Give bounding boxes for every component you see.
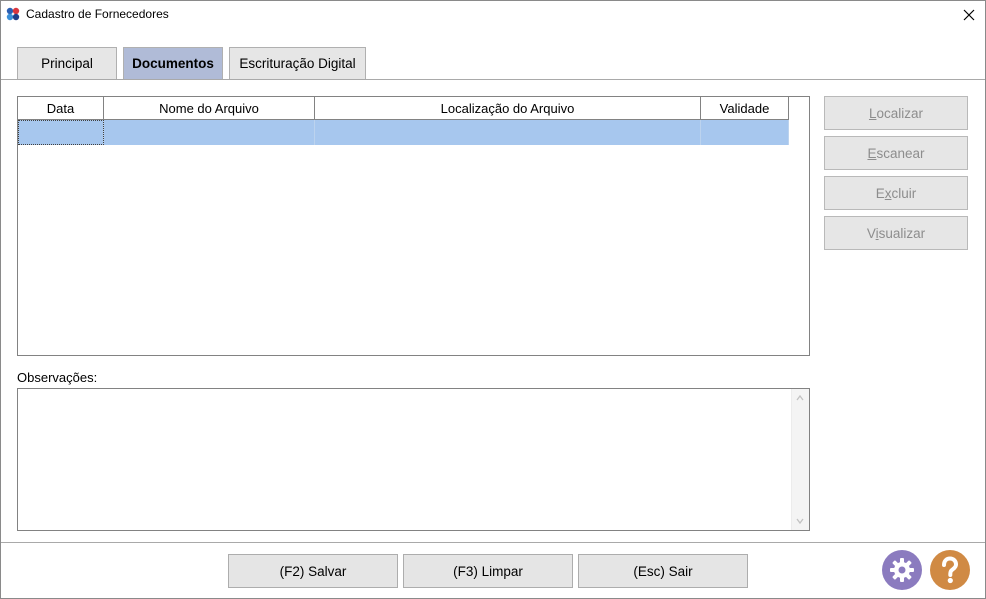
button-label: Excluir xyxy=(875,185,917,201)
save-button[interactable]: (F2) Salvar xyxy=(228,554,398,588)
title-bar: Cadastro de Fornecedores xyxy=(1,1,985,29)
cell-data[interactable] xyxy=(18,120,104,145)
column-header-nome-arquivo[interactable]: Nome do Arquivo xyxy=(104,97,315,120)
column-header-validade[interactable]: Validade xyxy=(701,97,789,120)
tab-label: Escrituração Digital xyxy=(239,56,356,71)
documents-grid[interactable]: Data Nome do Arquivo Localização do Arqu… xyxy=(17,96,810,356)
app-logo-icon xyxy=(6,7,20,21)
supplier-window: Cadastro de Fornecedores Principal Docum… xyxy=(0,0,986,599)
cell-localizacao-arquivo[interactable] xyxy=(315,120,701,145)
window-title: Cadastro de Fornecedores xyxy=(26,7,169,21)
clear-button[interactable]: (F3) Limpar xyxy=(403,554,573,588)
tab-label: Documentos xyxy=(132,56,214,71)
cell-validade[interactable] xyxy=(701,120,789,145)
vertical-scrollbar[interactable] xyxy=(791,389,809,530)
table-row[interactable] xyxy=(18,120,789,145)
cell-nome-arquivo[interactable] xyxy=(104,120,315,145)
localizar-button[interactable]: Localizar xyxy=(824,96,968,130)
excluir-button[interactable]: Excluir xyxy=(824,176,968,210)
escanear-button[interactable]: Escanear xyxy=(824,136,968,170)
button-label: Visualizar xyxy=(866,225,926,241)
tab-divider xyxy=(1,79,985,80)
tab-principal[interactable]: Principal xyxy=(17,47,117,79)
exit-button[interactable]: (Esc) Sair xyxy=(578,554,748,588)
settings-button[interactable] xyxy=(882,550,922,590)
button-label: Escanear xyxy=(867,145,925,161)
tab-documentos[interactable]: Documentos xyxy=(123,47,223,79)
observacoes-label: Observações: xyxy=(17,370,98,385)
bottom-divider xyxy=(1,542,985,543)
scroll-down-icon[interactable] xyxy=(796,517,804,525)
column-header-localizacao-arquivo[interactable]: Localização do Arquivo xyxy=(315,97,701,120)
help-button[interactable] xyxy=(930,550,970,590)
observacoes-textarea[interactable] xyxy=(17,388,810,531)
scroll-up-icon[interactable] xyxy=(796,394,804,402)
gear-icon xyxy=(890,558,914,582)
close-button[interactable] xyxy=(953,1,985,29)
visualizar-button[interactable]: Visualizar xyxy=(824,216,968,250)
column-header-data[interactable]: Data xyxy=(18,97,104,120)
close-icon xyxy=(963,9,975,21)
help-icon xyxy=(942,556,959,584)
grid-header: Data Nome do Arquivo Localização do Arqu… xyxy=(18,97,789,120)
button-label: Localizar xyxy=(868,105,924,121)
tab-escrituracao-digital[interactable]: Escrituração Digital xyxy=(229,47,366,79)
tab-label: Principal xyxy=(41,56,93,71)
